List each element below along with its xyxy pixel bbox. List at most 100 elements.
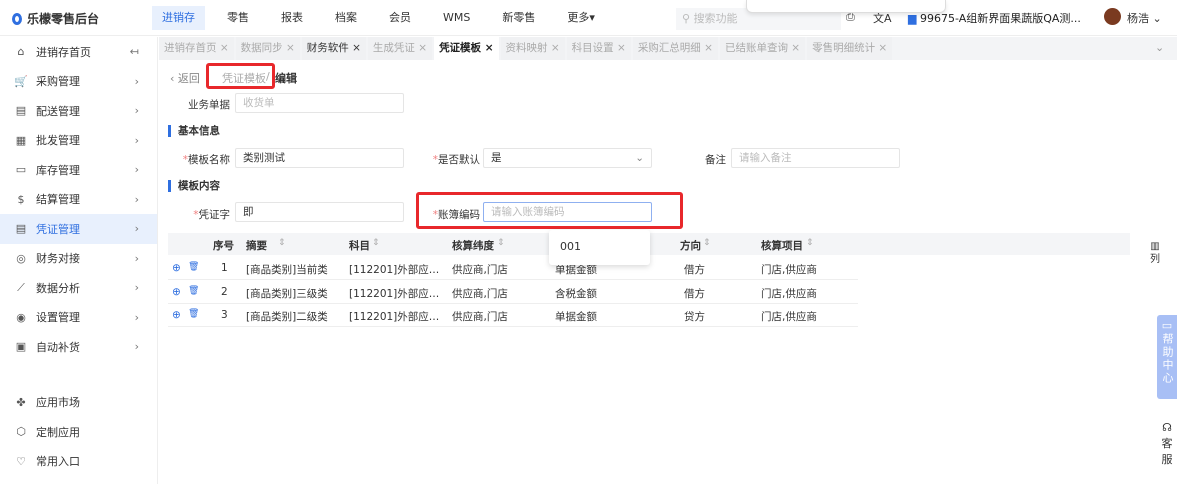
table-cell: 含税金额 [555,287,597,300]
custom-app-icon: ⬡ [16,425,26,439]
user-menu[interactable]: 杨浩 ⌄ [1127,10,1162,26]
column-header[interactable]: 序号 [213,238,234,253]
close-icon[interactable]: × [875,42,887,54]
sidebar-item[interactable]: ▤ 凭证管理 › [0,214,157,244]
chevron-down-icon: ⌄ [635,152,644,164]
template-name-input[interactable]: 类别测试 [235,148,404,168]
avatar[interactable] [1104,8,1121,25]
help-center-button[interactable]: ▭ 帮助中心 [1157,315,1177,399]
remark-input[interactable]: 请输入备注 [731,148,900,168]
sort-icon[interactable]: ⇕ [278,238,286,248]
voucher-word-input[interactable]: 即 [235,202,404,222]
sidebar-item[interactable]: ▦ 批发管理 › [0,126,157,156]
sidebar-item[interactable]: $ 结算管理 › [0,185,157,215]
biz-doc-label: 业务单据 [188,99,230,111]
delete-icon[interactable]: 🗑 [188,309,199,319]
tab[interactable]: 已结账单查询 × [719,37,806,60]
settings-icon: ◉ [16,310,26,324]
sidebar-item[interactable]: ⌂ 进销存首页 ↤ [0,37,157,67]
table-cell: 供应商,门店 [452,264,508,276]
column-header[interactable]: 摘要 [246,238,267,253]
tab-bar: 进销存首页 × 数据同步 × 财务软件 × 生成凭证 × 凭证模板 × 资料映射 × 科目设… [159,37,1177,60]
close-icon[interactable]: × [614,42,626,54]
default-select[interactable]: 是 ⌄ [483,148,652,168]
customer-service-button[interactable]: ☊ 客服 [1157,420,1177,468]
tab[interactable]: 采购汇总明细 × [632,37,718,60]
close-icon[interactable]: × [548,42,560,54]
nav-item[interactable]: 报表 [271,6,313,30]
tab[interactable]: 凭证模板 × [434,37,499,60]
table-cell: 门店,供应商 [761,264,817,276]
sidebar-bottom-item[interactable]: ⬡ 定制应用 [0,417,157,447]
sidebar: ⌂ 进销存首页 ↤ 🛒 采购管理 › ▤ 配送管理 › ▦ 批发管理 › ▭ 库存管理 › $ 结算管理 › ▤ 凭证… [0,37,158,484]
heart-icon: ♡ [16,454,26,468]
nav-item[interactable]: 进销存 [152,6,205,30]
chevron-down-icon: ⌄ [1152,12,1162,25]
tab[interactable]: 资料映射 × [500,37,565,60]
sidebar-item[interactable]: ⟋ 数据分析 › [0,273,157,303]
nav-item[interactable]: 更多▾ [557,6,605,30]
add-row-icon[interactable]: ⊕ [172,262,181,274]
tabs-more-icon[interactable]: ⌄ [1155,41,1164,54]
name-label: *模板名称 [182,154,230,166]
add-row-icon[interactable]: ⊕ [172,309,181,321]
voucher-icon: ▤ [15,222,27,236]
store-icon: ▆ [908,12,920,25]
close-icon[interactable]: × [283,42,295,54]
sort-icon[interactable]: ⇕ [497,238,505,248]
app-logo[interactable]: 乐檬零售后台 [12,10,99,27]
back-link[interactable]: ‹ 返回 [170,70,200,86]
biz-doc-input[interactable]: 收货单 [235,93,404,113]
sidebar-item[interactable]: 🛒 采购管理 › [0,67,157,97]
tab[interactable]: 财务软件 × [301,37,366,60]
app-market-icon: ✤ [16,395,26,409]
table-cell: 门店,供应商 [761,287,817,300]
table-cell: 2 [221,285,228,298]
add-row-icon[interactable]: ⊕ [172,286,181,298]
sidebar-item[interactable]: ◉ 设置管理 › [0,303,157,333]
column-header[interactable]: 方向 [680,238,701,253]
finance-icon: ◎ [16,251,26,265]
dropdown-option[interactable]: 001 [560,240,639,253]
nav-item[interactable]: 会员 [379,6,421,30]
delete-icon[interactable]: 🗑 [188,262,199,272]
column-header[interactable]: 核算项目 [761,238,803,253]
sidebar-bottom-item[interactable]: ♡ 常用入口 [0,447,157,477]
top-nav: 进销存 零售 报表 档案 会员 WMS 新零售 更多▾ [152,6,617,30]
sidebar-bottom-item[interactable]: ✤ 应用市场 [0,388,157,418]
nav-item[interactable]: 新零售 [492,6,545,30]
sidebar-item[interactable]: ▣ 自动补货 › [0,332,157,362]
close-icon[interactable]: × [349,42,361,54]
tab[interactable]: 进销存首页 × [159,37,234,60]
sort-icon[interactable]: ⇕ [806,238,814,248]
sidebar-item[interactable]: ▤ 配送管理 › [0,96,157,126]
section-template-content: 模板内容 [168,180,220,192]
close-icon[interactable]: × [217,42,229,54]
sidebar-item[interactable]: ◎ 财务对接 › [0,244,157,274]
sort-icon[interactable]: ⇕ [703,238,711,248]
tab[interactable]: 零售明细统计 × [807,37,893,60]
chevron-right-icon: › [134,74,139,88]
delete-icon[interactable]: 🗑 [188,286,199,296]
column-header[interactable]: 科目 [349,238,370,253]
nav-item[interactable]: 档案 [325,6,367,30]
nav-item[interactable]: 零售 [217,6,259,30]
column-settings-button[interactable]: ▥ 列 [1150,240,1160,266]
tab[interactable]: 生成凭证 × [367,37,433,60]
chevron-right-icon: › [134,133,139,147]
close-icon[interactable]: × [415,42,427,54]
tab[interactable]: 科目设置 × [566,37,631,60]
chevron-right-icon: › [134,222,139,236]
collapse-icon[interactable]: ↤ [130,45,139,58]
sort-icon[interactable]: ⇕ [372,238,380,248]
column-header[interactable]: 核算纬度 [452,238,494,253]
nav-item[interactable]: WMS [433,6,480,30]
table-cell: [112201]外部应… [349,311,440,323]
tab[interactable]: 数据同步 × [235,37,300,60]
table-cell: 供应商,门店 [452,311,508,323]
close-icon[interactable]: × [788,42,800,54]
close-icon[interactable]: × [481,42,494,54]
close-icon[interactable]: × [701,42,713,54]
popup-panel [746,0,946,13]
sidebar-item[interactable]: ▭ 库存管理 › [0,155,157,185]
